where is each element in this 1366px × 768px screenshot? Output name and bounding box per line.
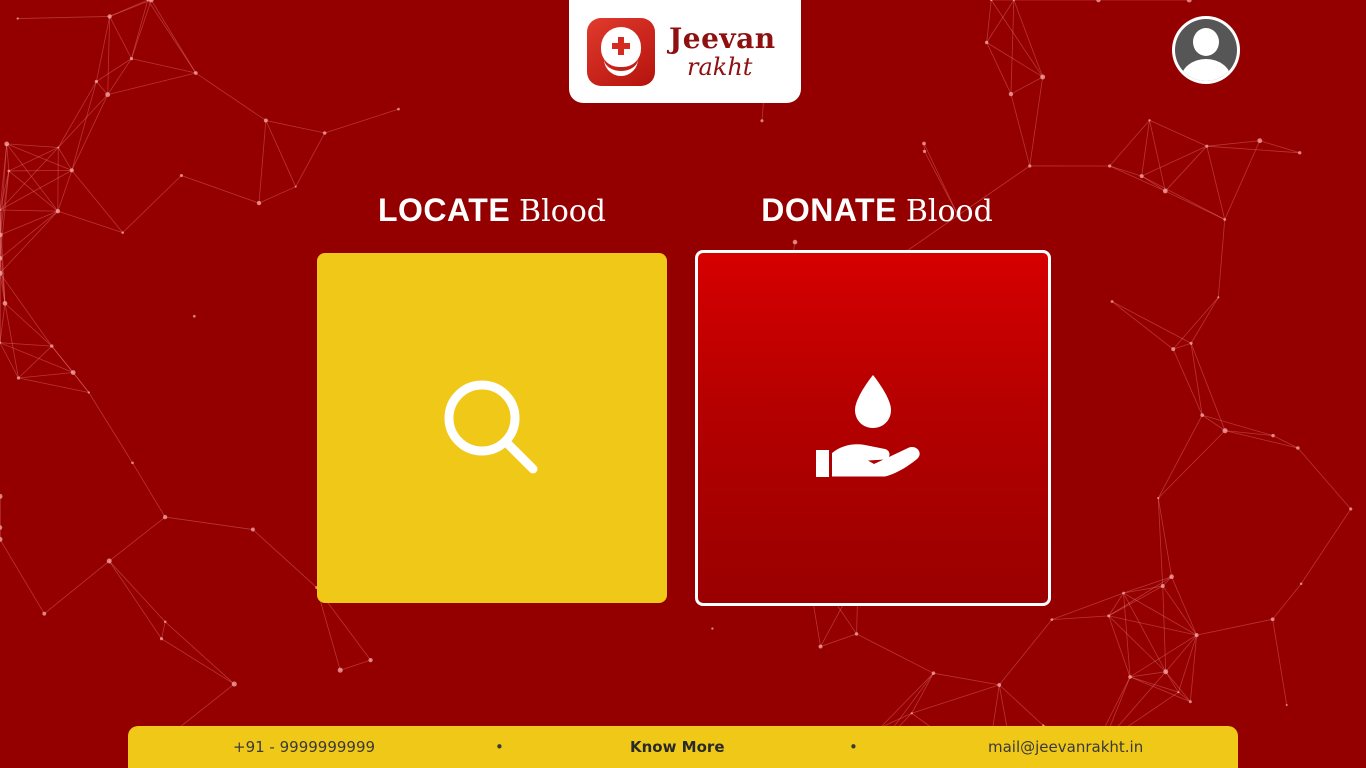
- footer-phone[interactable]: +91 - 9999999999: [233, 738, 375, 756]
- locate-title-soft: Blood: [519, 194, 607, 229]
- footer-separator: •: [849, 738, 858, 756]
- locate-title-strong: LOCATE: [377, 192, 511, 228]
- network-background: [0, 0, 1353, 768]
- donate-title-soft: Blood: [905, 194, 993, 229]
- logo-line-2: rakht: [687, 52, 753, 81]
- know-more-link[interactable]: Know More: [630, 738, 725, 756]
- search-icon: [444, 380, 538, 474]
- donate-title-strong: DONATE: [761, 192, 897, 228]
- hand-blood-drop-icon: [816, 375, 920, 477]
- user-avatar-icon: [1175, 19, 1237, 81]
- locate-blood-title: LOCATE Blood: [317, 192, 667, 232]
- donate-blood-title: DONATE Blood: [697, 192, 1057, 232]
- blood-drop-cross-icon: [587, 17, 655, 86]
- footer-email[interactable]: mail@jeevanrakht.in: [988, 738, 1143, 756]
- footer-separator: •: [495, 738, 504, 756]
- locate-blood-card[interactable]: [317, 253, 667, 603]
- logo-line-1: Jeevan: [669, 21, 776, 55]
- profile-avatar-button[interactable]: [1172, 16, 1240, 84]
- app-logo[interactable]: Jeevan rakht: [569, 0, 801, 103]
- logo-text: Jeevan rakht: [669, 21, 776, 81]
- donate-blood-card[interactable]: [695, 250, 1051, 606]
- footer-bar: +91 - 9999999999 • Know More • mail@jeev…: [128, 726, 1238, 768]
